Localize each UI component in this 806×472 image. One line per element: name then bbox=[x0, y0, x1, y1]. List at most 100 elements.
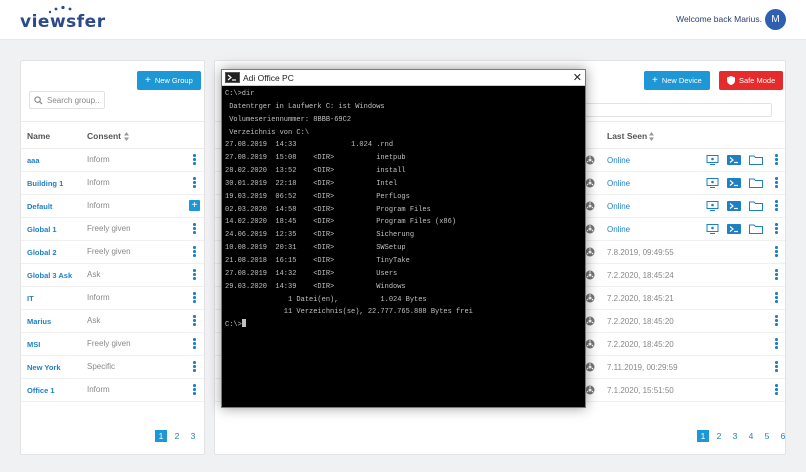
group-name[interactable]: aaa bbox=[27, 156, 40, 165]
group-name[interactable]: Default bbox=[27, 202, 52, 211]
more-options-icon[interactable] bbox=[775, 384, 779, 396]
group-name[interactable]: Office 1 bbox=[27, 386, 55, 395]
more-options-icon[interactable] bbox=[193, 292, 197, 304]
more-options-icon[interactable] bbox=[193, 154, 197, 166]
group-row[interactable]: aaa Inform bbox=[21, 149, 204, 172]
group-name[interactable]: MSI bbox=[27, 340, 40, 349]
group-name[interactable]: Marius bbox=[27, 317, 51, 326]
new-device-button[interactable]: + New Device bbox=[644, 71, 710, 90]
column-last-seen[interactable]: Last Seen bbox=[607, 131, 647, 141]
devices-page-3[interactable]: 3 bbox=[729, 430, 741, 442]
more-options-icon[interactable] bbox=[775, 223, 779, 235]
more-options-icon[interactable] bbox=[193, 269, 197, 281]
plus-icon: + bbox=[145, 75, 151, 86]
more-options-icon[interactable] bbox=[193, 361, 197, 373]
column-name[interactable]: Name bbox=[27, 131, 50, 141]
group-name[interactable]: IT bbox=[27, 294, 34, 303]
remote-desktop-icon[interactable] bbox=[706, 224, 720, 234]
group-row[interactable]: Default Inform + bbox=[21, 195, 204, 218]
more-options-icon[interactable] bbox=[193, 384, 197, 396]
group-consent: Inform bbox=[87, 155, 110, 164]
last-seen-value: 7.8.2019, 09:49:55 bbox=[607, 248, 674, 257]
terminal-icon[interactable] bbox=[727, 224, 741, 234]
more-options-icon[interactable] bbox=[193, 338, 197, 350]
group-row[interactable]: MSI Freely given bbox=[21, 333, 204, 356]
sort-icon[interactable] bbox=[124, 132, 129, 141]
device-type-icon bbox=[585, 385, 595, 395]
add-to-group-icon[interactable]: + bbox=[189, 200, 200, 211]
group-row[interactable]: IT Inform bbox=[21, 287, 204, 310]
terminal-icon[interactable] bbox=[727, 178, 741, 188]
folder-icon[interactable] bbox=[749, 201, 763, 211]
last-seen-value: Online bbox=[607, 156, 631, 165]
more-options-icon[interactable] bbox=[193, 246, 197, 258]
terminal-line: 14.02.2020 18:45 <DIR> Program Files (x8… bbox=[225, 218, 457, 227]
group-consent: Specific bbox=[87, 362, 116, 371]
devices-page-5[interactable]: 5 bbox=[761, 430, 773, 442]
group-name[interactable]: Global 3 Ask bbox=[27, 271, 72, 280]
group-row[interactable]: Global 3 Ask Ask bbox=[21, 264, 204, 287]
terminal-icon bbox=[225, 72, 240, 83]
terminal-line: 27.08.2019 14:32 <DIR> Users bbox=[225, 269, 398, 278]
groups-page-1[interactable]: 1 bbox=[155, 430, 167, 442]
last-seen-value: 7.2.2020, 18:45:21 bbox=[607, 294, 674, 303]
more-options-icon[interactable] bbox=[193, 177, 197, 189]
terminal-line: 30.01.2019 22:18 <DIR> Intel bbox=[225, 179, 398, 188]
group-consent: Freely given bbox=[87, 224, 131, 233]
remote-desktop-icon[interactable] bbox=[706, 155, 720, 165]
column-consent[interactable]: Consent bbox=[87, 131, 121, 141]
group-row[interactable]: New York Specific bbox=[21, 356, 204, 379]
more-options-icon[interactable] bbox=[775, 177, 779, 189]
group-row[interactable]: Global 2 Freely given bbox=[21, 241, 204, 264]
sort-icon[interactable] bbox=[649, 132, 654, 141]
device-search-input[interactable] bbox=[585, 103, 772, 117]
terminal-icon[interactable] bbox=[727, 155, 741, 165]
more-options-icon[interactable] bbox=[775, 269, 779, 281]
remote-desktop-icon[interactable] bbox=[706, 201, 720, 211]
group-consent: Ask bbox=[87, 270, 101, 279]
remote-desktop-icon[interactable] bbox=[706, 178, 720, 188]
remote-terminal-window[interactable]: Adi Office PC ✕ C:\>dir Datentrger in La… bbox=[221, 69, 586, 408]
terminal-titlebar[interactable]: Adi Office PC ✕ bbox=[222, 70, 585, 86]
new-group-button[interactable]: + New Group bbox=[137, 71, 201, 90]
group-name[interactable]: Global 2 bbox=[27, 248, 57, 257]
safe-mode-button[interactable]: Safe Mode bbox=[719, 71, 784, 90]
search-icon bbox=[34, 95, 43, 105]
close-icon[interactable]: ✕ bbox=[573, 71, 582, 84]
more-options-icon[interactable] bbox=[775, 361, 779, 373]
group-row[interactable]: Building 1 Inform bbox=[21, 172, 204, 195]
groups-page-3[interactable]: 3 bbox=[187, 430, 199, 442]
last-seen-value: Online bbox=[607, 202, 631, 211]
terminal-icon[interactable] bbox=[727, 201, 741, 211]
more-options-icon[interactable] bbox=[193, 315, 197, 327]
terminal-output[interactable]: C:\>dir Datentrger in Laufwerk C: ist Wi… bbox=[225, 88, 583, 332]
more-options-icon[interactable] bbox=[775, 246, 779, 258]
devices-page-2[interactable]: 2 bbox=[713, 430, 725, 442]
folder-icon[interactable] bbox=[749, 155, 763, 165]
more-options-icon[interactable] bbox=[775, 154, 779, 166]
devices-page-4[interactable]: 4 bbox=[745, 430, 757, 442]
more-options-icon[interactable] bbox=[775, 338, 779, 350]
group-search-input[interactable]: Search group.. bbox=[29, 91, 105, 109]
group-consent: Inform bbox=[87, 293, 110, 302]
group-row[interactable]: Global 1 Freely given bbox=[21, 218, 204, 241]
more-options-icon[interactable] bbox=[193, 223, 197, 235]
device-type-icon bbox=[585, 201, 595, 211]
group-row[interactable]: Marius Ask bbox=[21, 310, 204, 333]
group-row[interactable]: Office 1 Inform bbox=[21, 379, 204, 402]
folder-icon[interactable] bbox=[749, 178, 763, 188]
more-options-icon[interactable] bbox=[775, 200, 779, 212]
group-name[interactable]: New York bbox=[27, 363, 61, 372]
devices-page-1[interactable]: 1 bbox=[697, 430, 709, 442]
more-options-icon[interactable] bbox=[775, 292, 779, 304]
group-name[interactable]: Global 1 bbox=[27, 225, 57, 234]
terminal-line: C:\>dir bbox=[225, 90, 255, 98]
group-name[interactable]: Building 1 bbox=[27, 179, 63, 188]
avatar[interactable]: M bbox=[765, 9, 786, 30]
device-type-icon bbox=[585, 339, 595, 349]
groups-page-2[interactable]: 2 bbox=[171, 430, 183, 442]
folder-icon[interactable] bbox=[749, 224, 763, 234]
more-options-icon[interactable] bbox=[775, 315, 779, 327]
devices-page-6[interactable]: 6 bbox=[777, 430, 789, 442]
logo[interactable]: viewsfer bbox=[20, 12, 106, 32]
